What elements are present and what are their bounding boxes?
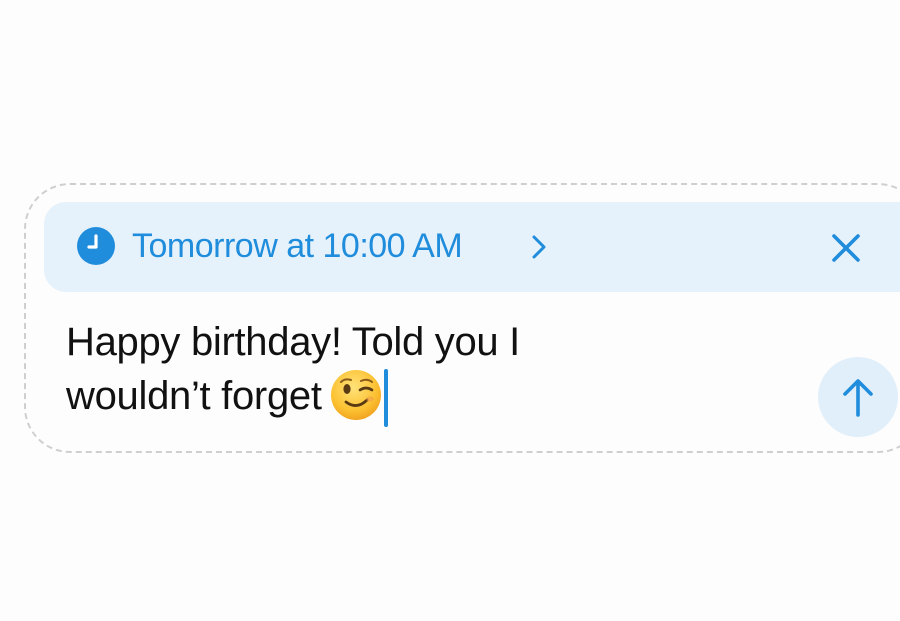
message-line: wouldn’t forget: [66, 374, 322, 418]
message-draft-text[interactable]: Happy birthday! Told you I wouldn’t forg…: [66, 316, 786, 427]
close-icon: [832, 234, 860, 262]
message-line-with-emoji: wouldn’t forget: [66, 369, 786, 427]
scheduled-time-label[interactable]: Tomorrow at 10:00 AM: [132, 224, 463, 268]
cancel-schedule-button[interactable]: [826, 228, 866, 268]
message-compose-screen: Tomorrow at 10:00 AM Happy birthday! Tol…: [0, 0, 900, 621]
text-cursor: [383, 369, 388, 427]
winking-face-emoji-icon: [330, 369, 382, 421]
send-button[interactable]: [818, 357, 898, 437]
arrow-up-icon: [843, 379, 873, 417]
clock-icon: [76, 226, 116, 266]
message-line: Happy birthday! Told you I: [66, 320, 520, 364]
chevron-right-icon[interactable]: [529, 232, 549, 262]
